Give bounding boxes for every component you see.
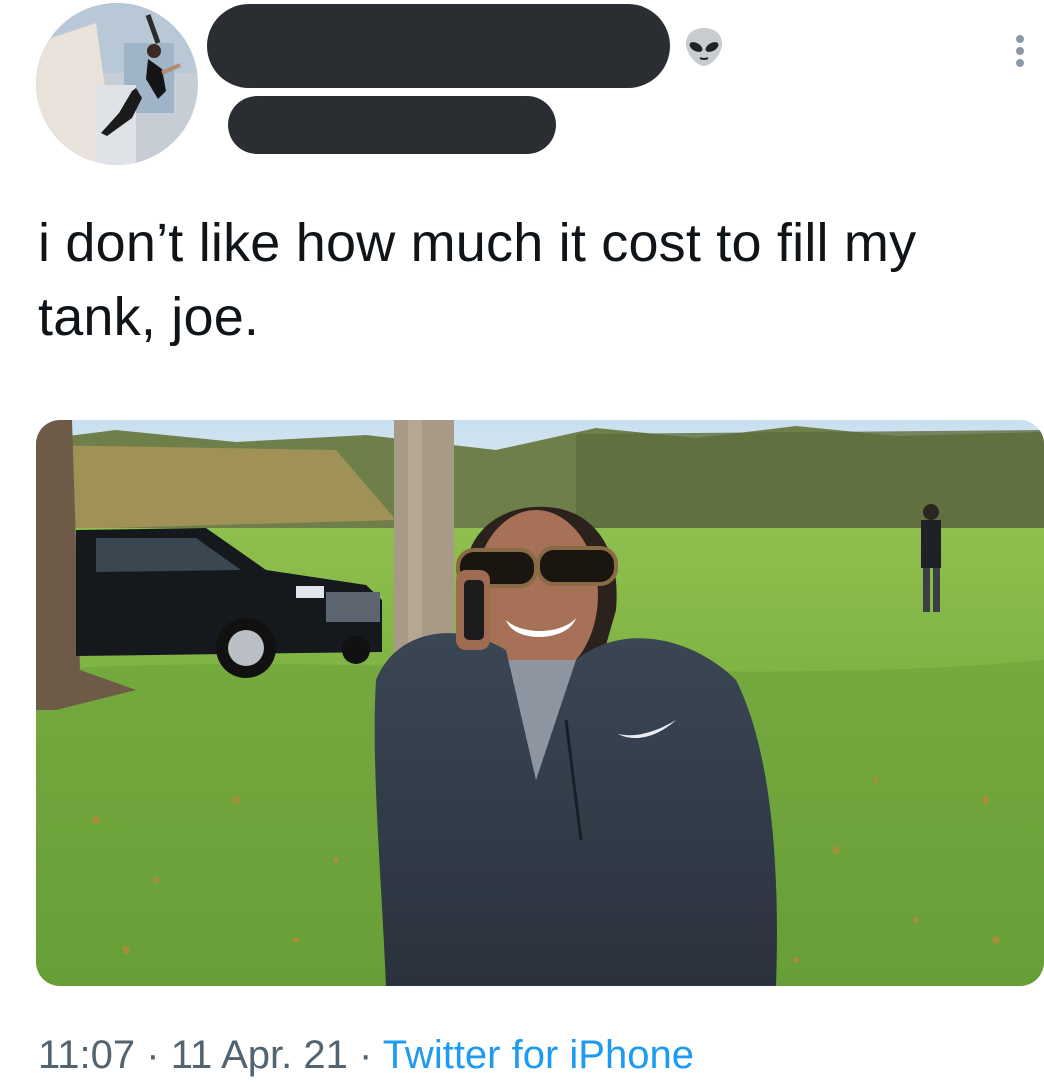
tweet-metadata: 11:07 · 11 Apr. 21 · Twitter for iPhone [38,1030,694,1080]
meta-separator: · [135,1033,171,1077]
tweet-source-link[interactable]: Twitter for iPhone [383,1033,694,1077]
tweet-date[interactable]: 11 Apr. 21 [171,1033,348,1077]
tweet-photo[interactable] [36,420,1044,986]
tweet-text: i don’t like how much it cost to fill my… [38,213,917,347]
more-options-button[interactable] [1003,30,1037,72]
redacted-display-name[interactable] [207,4,670,88]
author-avatar[interactable] [36,3,198,165]
avatar-image [36,3,198,165]
alien-emoji-icon [682,25,726,69]
photo-illustration [36,420,1044,986]
more-vertical-icon [1016,35,1024,67]
meta-separator: · [347,1033,383,1077]
tweet-time[interactable]: 11:07 [38,1033,135,1077]
redacted-handle[interactable] [228,96,556,154]
